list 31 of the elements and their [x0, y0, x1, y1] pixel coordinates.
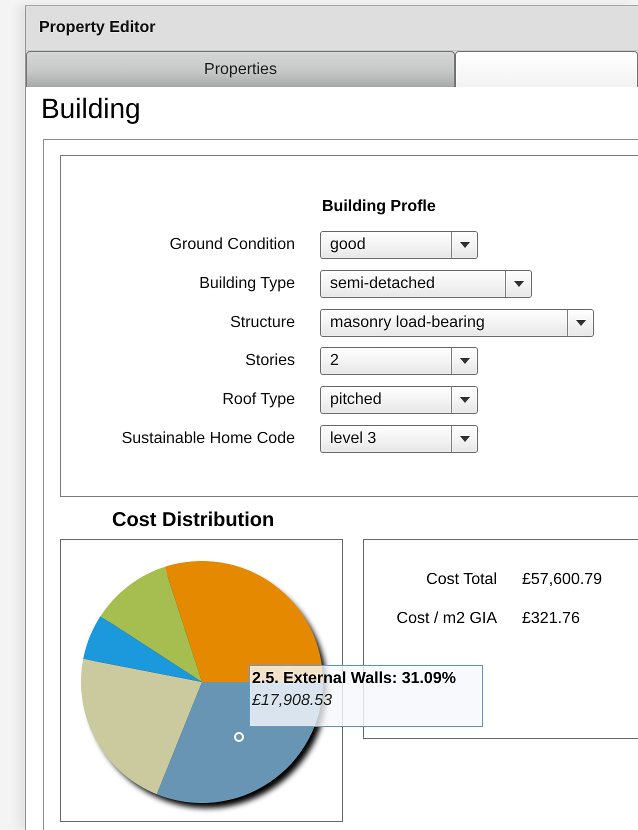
caret-icon: [460, 358, 470, 364]
tooltip-title: 2.5. External Walls: 31.09%: [252, 670, 457, 688]
cost-label: Cost / m2 GIA: [396, 610, 497, 628]
caret-icon: [460, 397, 470, 404]
tab[interactable]: [455, 51, 638, 87]
field-label: Ground Condition: [168, 236, 295, 254]
caret-icon: [576, 320, 586, 326]
hover-marker-icon: [234, 732, 244, 742]
field-label: Structure: [229, 314, 295, 332]
dropdown[interactable]: semi-detached: [320, 270, 532, 298]
cost-label: Cost Total: [425, 570, 497, 588]
dropdown[interactable]: pitched: [320, 386, 478, 414]
caret-icon: [460, 242, 470, 248]
cost-value: £321.76: [522, 610, 581, 628]
dropdown[interactable]: 2: [320, 347, 478, 376]
caret-icon: [514, 281, 524, 288]
section-title: Building Profle: [322, 198, 437, 216]
chart-title: Cost Distribution: [112, 509, 276, 533]
dropdown[interactable]: good: [320, 231, 478, 260]
field-label: Stories: [244, 352, 295, 370]
field-label: Building Type: [198, 275, 295, 294]
dropdown[interactable]: masonry load-bearing: [320, 308, 594, 337]
page-heading: Building: [41, 93, 142, 126]
field-label: Sustainable Home Code: [120, 430, 295, 448]
cost-value: £57,600.79: [522, 570, 604, 588]
field-label: Roof Type: [221, 391, 295, 410]
dropdown[interactable]: level 3: [320, 424, 478, 453]
window-title: Property Editor: [39, 19, 156, 37]
tooltip-value: £17,908.53: [252, 692, 332, 710]
caret-icon: [460, 436, 470, 442]
tab[interactable]: Properties: [26, 51, 455, 87]
